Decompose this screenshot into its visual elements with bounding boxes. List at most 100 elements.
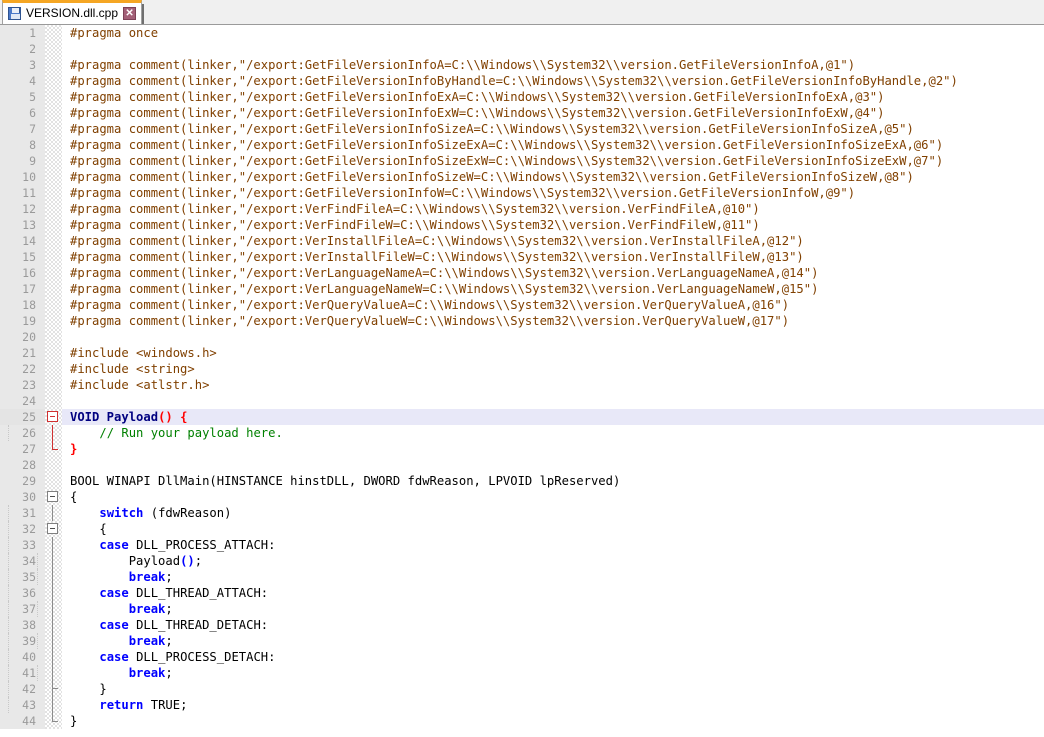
- code-line[interactable]: 43 return TRUE;: [0, 697, 1044, 713]
- fold-margin[interactable]: [45, 601, 62, 617]
- fold-margin[interactable]: [45, 505, 62, 521]
- fold-margin[interactable]: [45, 585, 62, 601]
- line-text[interactable]: #pragma once: [62, 25, 1044, 41]
- code-line[interactable]: 15 #pragma comment(linker,"/export:VerIns…: [0, 249, 1044, 265]
- code-line[interactable]: 30 {: [0, 489, 1044, 505]
- line-text[interactable]: {: [62, 489, 1044, 505]
- line-text[interactable]: }: [62, 441, 1044, 457]
- code-line[interactable]: 31 switch (fdwReason): [0, 505, 1044, 521]
- fold-margin[interactable]: [45, 441, 62, 457]
- line-text[interactable]: #pragma comment(linker,"/export:GetFileV…: [62, 185, 1044, 201]
- line-text[interactable]: {: [8, 521, 1044, 537]
- code-line[interactable]: 13 #pragma comment(linker,"/export:VerFin…: [0, 217, 1044, 233]
- fold-margin[interactable]: [45, 489, 62, 505]
- code-line[interactable]: 2: [0, 41, 1044, 57]
- fold-margin[interactable]: [45, 249, 62, 265]
- line-text[interactable]: break;: [8, 569, 1044, 585]
- fold-margin[interactable]: [45, 377, 62, 393]
- fold-margin[interactable]: [45, 697, 62, 713]
- code-line[interactable]: 34 Payload();: [0, 553, 1044, 569]
- fold-margin[interactable]: [45, 553, 62, 569]
- line-text[interactable]: [62, 329, 1044, 345]
- code-line[interactable]: 40 case DLL_PROCESS_DETACH:: [0, 649, 1044, 665]
- line-text[interactable]: // Run your payload here.: [8, 425, 1044, 441]
- line-text[interactable]: BOOL WINAPI DllMain(HINSTANCE hinstDLL, …: [62, 473, 1044, 489]
- code-line[interactable]: 4 #pragma comment(linker,"/export:GetFile…: [0, 73, 1044, 89]
- code-line[interactable]: 6 #pragma comment(linker,"/export:GetFile…: [0, 105, 1044, 121]
- code-line[interactable]: 8 #pragma comment(linker,"/export:GetFile…: [0, 137, 1044, 153]
- code-line[interactable]: 28: [0, 457, 1044, 473]
- line-text[interactable]: case DLL_THREAD_DETACH:: [8, 617, 1044, 633]
- line-text[interactable]: #include <atlstr.h>: [62, 377, 1044, 393]
- line-text[interactable]: #pragma comment(linker,"/export:GetFileV…: [62, 105, 1044, 121]
- fold-margin[interactable]: [45, 633, 62, 649]
- code-line[interactable]: 18 #pragma comment(linker,"/export:VerQue…: [0, 297, 1044, 313]
- line-text[interactable]: #pragma comment(linker,"/export:GetFileV…: [62, 137, 1044, 153]
- fold-margin[interactable]: [45, 233, 62, 249]
- line-text[interactable]: break;: [8, 665, 1044, 681]
- line-text[interactable]: #pragma comment(linker,"/export:VerQuery…: [62, 313, 1044, 329]
- line-text[interactable]: #include <windows.h>: [62, 345, 1044, 361]
- line-text[interactable]: #pragma comment(linker,"/export:VerLangu…: [62, 265, 1044, 281]
- fold-margin[interactable]: [45, 297, 62, 313]
- fold-margin[interactable]: [45, 617, 62, 633]
- tab-version-dll-cpp[interactable]: VERSION.dll.cpp ✕: [2, 0, 145, 24]
- code-line[interactable]: 35 break;: [0, 569, 1044, 585]
- fold-margin[interactable]: [45, 361, 62, 377]
- code-line[interactable]: 11 #pragma comment(linker,"/export:GetFil…: [0, 185, 1044, 201]
- line-text[interactable]: #pragma comment(linker,"/export:VerFindF…: [62, 217, 1044, 233]
- line-text[interactable]: #pragma comment(linker,"/export:VerInsta…: [62, 249, 1044, 265]
- line-text[interactable]: #pragma comment(linker,"/export:VerInsta…: [62, 233, 1044, 249]
- fold-margin[interactable]: [45, 393, 62, 409]
- fold-margin[interactable]: [45, 137, 62, 153]
- fold-margin[interactable]: [45, 649, 62, 665]
- line-text[interactable]: #include <string>: [62, 361, 1044, 377]
- line-text[interactable]: VOID Payload() {: [62, 409, 1044, 425]
- code-line[interactable]: 3 #pragma comment(linker,"/export:GetFile…: [0, 57, 1044, 73]
- line-text[interactable]: }: [62, 713, 1044, 729]
- fold-margin[interactable]: [45, 473, 62, 489]
- line-text[interactable]: #pragma comment(linker,"/export:VerLangu…: [62, 281, 1044, 297]
- line-text[interactable]: break;: [8, 633, 1044, 649]
- code-line[interactable]: 39 break;: [0, 633, 1044, 649]
- code-line[interactable]: 5 #pragma comment(linker,"/export:GetFile…: [0, 89, 1044, 105]
- fold-margin[interactable]: [45, 537, 62, 553]
- line-text[interactable]: Payload();: [8, 553, 1044, 569]
- line-text[interactable]: [62, 457, 1044, 473]
- code-line[interactable]: 23 #include <atlstr.h>: [0, 377, 1044, 393]
- fold-margin[interactable]: [45, 73, 62, 89]
- fold-margin[interactable]: [45, 457, 62, 473]
- line-text[interactable]: break;: [8, 601, 1044, 617]
- code-line[interactable]: 25 VOID Payload() {: [0, 409, 1044, 425]
- fold-margin[interactable]: [45, 121, 62, 137]
- code-editor[interactable]: 1 #pragma once 2 3 #pragma comment(linker,"/…: [0, 25, 1044, 737]
- fold-margin[interactable]: [45, 569, 62, 585]
- fold-margin[interactable]: [45, 105, 62, 121]
- fold-margin[interactable]: [45, 41, 62, 57]
- fold-margin[interactable]: [45, 665, 62, 681]
- line-text[interactable]: #pragma comment(linker,"/export:VerFindF…: [62, 201, 1044, 217]
- fold-margin[interactable]: [45, 281, 62, 297]
- code-line[interactable]: 32 {: [0, 521, 1044, 537]
- fold-minus-icon[interactable]: [47, 411, 58, 422]
- line-text[interactable]: #pragma comment(linker,"/export:GetFileV…: [62, 73, 1044, 89]
- line-text[interactable]: }: [8, 681, 1044, 697]
- fold-margin[interactable]: [45, 153, 62, 169]
- fold-margin[interactable]: [45, 713, 62, 729]
- line-text[interactable]: #pragma comment(linker,"/export:GetFileV…: [62, 89, 1044, 105]
- fold-minus-icon[interactable]: [47, 523, 58, 534]
- fold-margin[interactable]: [45, 217, 62, 233]
- fold-margin[interactable]: [45, 201, 62, 217]
- code-line[interactable]: 38 case DLL_THREAD_DETACH:: [0, 617, 1044, 633]
- code-line[interactable]: 37 break;: [0, 601, 1044, 617]
- code-line[interactable]: 1 #pragma once: [0, 25, 1044, 41]
- code-line[interactable]: 17 #pragma comment(linker,"/export:VerLan…: [0, 281, 1044, 297]
- code-line[interactable]: 33 case DLL_PROCESS_ATTACH:: [0, 537, 1044, 553]
- fold-margin[interactable]: [45, 409, 62, 425]
- fold-margin[interactable]: [45, 329, 62, 345]
- code-line[interactable]: 12 #pragma comment(linker,"/export:VerFin…: [0, 201, 1044, 217]
- fold-margin[interactable]: [45, 57, 62, 73]
- code-line[interactable]: 19 #pragma comment(linker,"/export:VerQue…: [0, 313, 1044, 329]
- line-text[interactable]: switch (fdwReason): [8, 505, 1044, 521]
- line-text[interactable]: #pragma comment(linker,"/export:GetFileV…: [62, 169, 1044, 185]
